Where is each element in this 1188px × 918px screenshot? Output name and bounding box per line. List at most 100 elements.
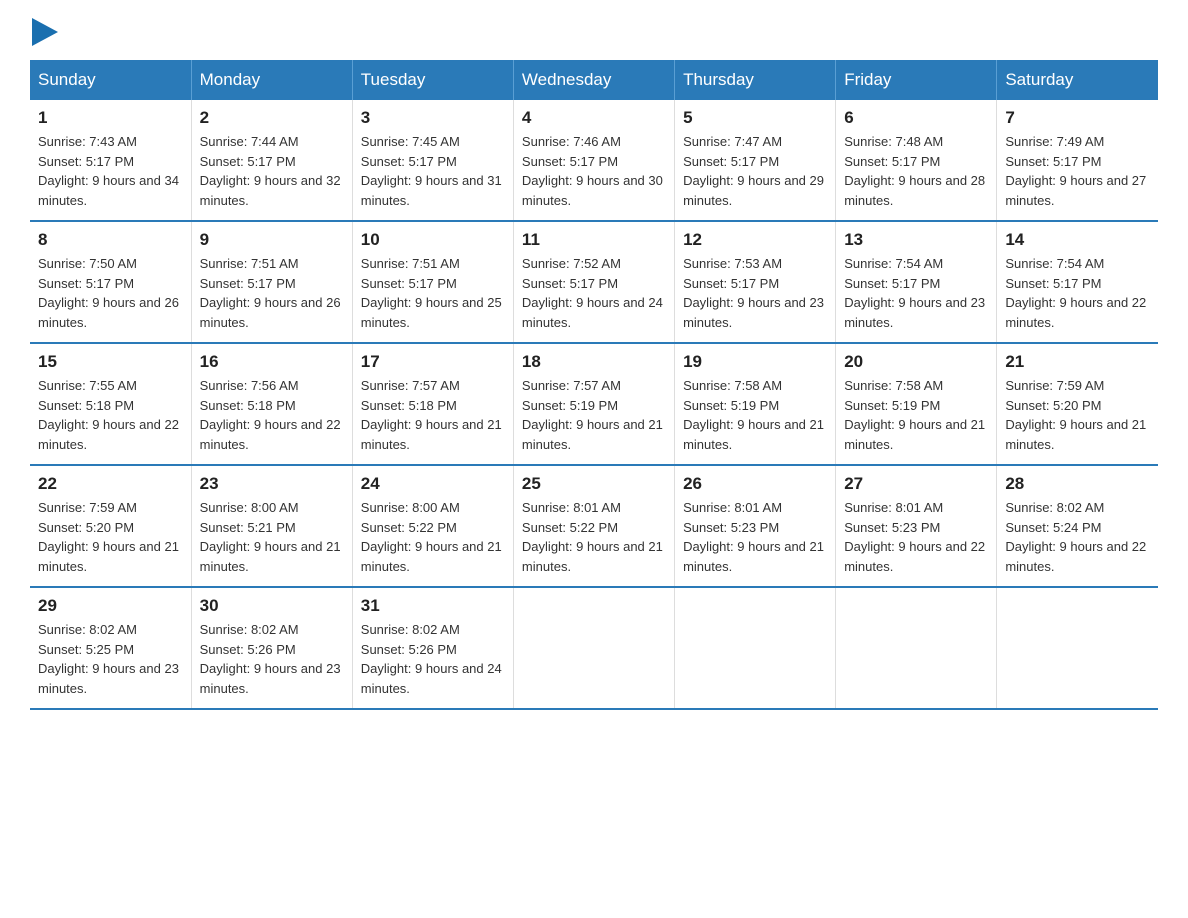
day-cell: 17 Sunrise: 7:57 AM Sunset: 5:18 PM Dayl… bbox=[352, 343, 513, 465]
week-row-2: 8 Sunrise: 7:50 AM Sunset: 5:17 PM Dayli… bbox=[30, 221, 1158, 343]
day-info: Sunrise: 8:02 AM Sunset: 5:26 PM Dayligh… bbox=[361, 620, 505, 698]
week-row-5: 29 Sunrise: 8:02 AM Sunset: 5:25 PM Dayl… bbox=[30, 587, 1158, 709]
day-cell: 19 Sunrise: 7:58 AM Sunset: 5:19 PM Dayl… bbox=[675, 343, 836, 465]
day-info: Sunrise: 8:01 AM Sunset: 5:23 PM Dayligh… bbox=[683, 498, 827, 576]
day-info: Sunrise: 8:00 AM Sunset: 5:21 PM Dayligh… bbox=[200, 498, 344, 576]
column-header-wednesday: Wednesday bbox=[513, 60, 674, 100]
day-number: 17 bbox=[361, 352, 505, 372]
day-info: Sunrise: 7:50 AM Sunset: 5:17 PM Dayligh… bbox=[38, 254, 183, 332]
day-info: Sunrise: 8:02 AM Sunset: 5:26 PM Dayligh… bbox=[200, 620, 344, 698]
day-number: 9 bbox=[200, 230, 344, 250]
logo-arrow-icon bbox=[32, 18, 58, 46]
day-info: Sunrise: 7:43 AM Sunset: 5:17 PM Dayligh… bbox=[38, 132, 183, 210]
day-number: 26 bbox=[683, 474, 827, 494]
day-cell: 24 Sunrise: 8:00 AM Sunset: 5:22 PM Dayl… bbox=[352, 465, 513, 587]
day-info: Sunrise: 7:58 AM Sunset: 5:19 PM Dayligh… bbox=[844, 376, 988, 454]
day-cell: 5 Sunrise: 7:47 AM Sunset: 5:17 PM Dayli… bbox=[675, 100, 836, 221]
day-cell: 2 Sunrise: 7:44 AM Sunset: 5:17 PM Dayli… bbox=[191, 100, 352, 221]
day-info: Sunrise: 7:52 AM Sunset: 5:17 PM Dayligh… bbox=[522, 254, 666, 332]
day-info: Sunrise: 7:46 AM Sunset: 5:17 PM Dayligh… bbox=[522, 132, 666, 210]
day-info: Sunrise: 7:55 AM Sunset: 5:18 PM Dayligh… bbox=[38, 376, 183, 454]
day-info: Sunrise: 8:02 AM Sunset: 5:25 PM Dayligh… bbox=[38, 620, 183, 698]
day-cell: 4 Sunrise: 7:46 AM Sunset: 5:17 PM Dayli… bbox=[513, 100, 674, 221]
day-number: 3 bbox=[361, 108, 505, 128]
day-number: 22 bbox=[38, 474, 183, 494]
day-info: Sunrise: 7:48 AM Sunset: 5:17 PM Dayligh… bbox=[844, 132, 988, 210]
day-cell: 26 Sunrise: 8:01 AM Sunset: 5:23 PM Dayl… bbox=[675, 465, 836, 587]
day-info: Sunrise: 7:57 AM Sunset: 5:18 PM Dayligh… bbox=[361, 376, 505, 454]
day-number: 1 bbox=[38, 108, 183, 128]
day-number: 16 bbox=[200, 352, 344, 372]
day-cell: 23 Sunrise: 8:00 AM Sunset: 5:21 PM Dayl… bbox=[191, 465, 352, 587]
day-cell: 20 Sunrise: 7:58 AM Sunset: 5:19 PM Dayl… bbox=[836, 343, 997, 465]
day-number: 8 bbox=[38, 230, 183, 250]
column-header-saturday: Saturday bbox=[997, 60, 1158, 100]
day-info: Sunrise: 7:56 AM Sunset: 5:18 PM Dayligh… bbox=[200, 376, 344, 454]
day-info: Sunrise: 7:44 AM Sunset: 5:17 PM Dayligh… bbox=[200, 132, 344, 210]
day-info: Sunrise: 7:58 AM Sunset: 5:19 PM Dayligh… bbox=[683, 376, 827, 454]
day-number: 31 bbox=[361, 596, 505, 616]
day-cell: 8 Sunrise: 7:50 AM Sunset: 5:17 PM Dayli… bbox=[30, 221, 191, 343]
day-number: 20 bbox=[844, 352, 988, 372]
day-cell: 31 Sunrise: 8:02 AM Sunset: 5:26 PM Dayl… bbox=[352, 587, 513, 709]
day-number: 19 bbox=[683, 352, 827, 372]
day-info: Sunrise: 7:45 AM Sunset: 5:17 PM Dayligh… bbox=[361, 132, 505, 210]
day-number: 12 bbox=[683, 230, 827, 250]
day-info: Sunrise: 8:01 AM Sunset: 5:22 PM Dayligh… bbox=[522, 498, 666, 576]
day-info: Sunrise: 8:02 AM Sunset: 5:24 PM Dayligh… bbox=[1005, 498, 1150, 576]
day-cell: 25 Sunrise: 8:01 AM Sunset: 5:22 PM Dayl… bbox=[513, 465, 674, 587]
day-number: 6 bbox=[844, 108, 988, 128]
day-number: 23 bbox=[200, 474, 344, 494]
column-header-tuesday: Tuesday bbox=[352, 60, 513, 100]
day-info: Sunrise: 7:49 AM Sunset: 5:17 PM Dayligh… bbox=[1005, 132, 1150, 210]
day-cell: 11 Sunrise: 7:52 AM Sunset: 5:17 PM Dayl… bbox=[513, 221, 674, 343]
day-cell bbox=[997, 587, 1158, 709]
day-cell bbox=[675, 587, 836, 709]
day-number: 30 bbox=[200, 596, 344, 616]
week-row-1: 1 Sunrise: 7:43 AM Sunset: 5:17 PM Dayli… bbox=[30, 100, 1158, 221]
calendar-table: SundayMondayTuesdayWednesdayThursdayFrid… bbox=[30, 60, 1158, 710]
day-cell: 29 Sunrise: 8:02 AM Sunset: 5:25 PM Dayl… bbox=[30, 587, 191, 709]
day-cell: 1 Sunrise: 7:43 AM Sunset: 5:17 PM Dayli… bbox=[30, 100, 191, 221]
logo bbox=[30, 20, 58, 40]
day-info: Sunrise: 8:00 AM Sunset: 5:22 PM Dayligh… bbox=[361, 498, 505, 576]
day-number: 11 bbox=[522, 230, 666, 250]
day-info: Sunrise: 7:59 AM Sunset: 5:20 PM Dayligh… bbox=[38, 498, 183, 576]
day-number: 27 bbox=[844, 474, 988, 494]
day-cell bbox=[836, 587, 997, 709]
header-row: SundayMondayTuesdayWednesdayThursdayFrid… bbox=[30, 60, 1158, 100]
day-number: 24 bbox=[361, 474, 505, 494]
day-cell: 21 Sunrise: 7:59 AM Sunset: 5:20 PM Dayl… bbox=[997, 343, 1158, 465]
day-info: Sunrise: 7:54 AM Sunset: 5:17 PM Dayligh… bbox=[1005, 254, 1150, 332]
day-number: 15 bbox=[38, 352, 183, 372]
day-number: 29 bbox=[38, 596, 183, 616]
day-number: 21 bbox=[1005, 352, 1150, 372]
day-number: 2 bbox=[200, 108, 344, 128]
day-cell: 3 Sunrise: 7:45 AM Sunset: 5:17 PM Dayli… bbox=[352, 100, 513, 221]
week-row-4: 22 Sunrise: 7:59 AM Sunset: 5:20 PM Dayl… bbox=[30, 465, 1158, 587]
day-cell: 27 Sunrise: 8:01 AM Sunset: 5:23 PM Dayl… bbox=[836, 465, 997, 587]
column-header-friday: Friday bbox=[836, 60, 997, 100]
day-cell: 16 Sunrise: 7:56 AM Sunset: 5:18 PM Dayl… bbox=[191, 343, 352, 465]
day-cell: 9 Sunrise: 7:51 AM Sunset: 5:17 PM Dayli… bbox=[191, 221, 352, 343]
day-number: 10 bbox=[361, 230, 505, 250]
day-cell bbox=[513, 587, 674, 709]
day-cell: 12 Sunrise: 7:53 AM Sunset: 5:17 PM Dayl… bbox=[675, 221, 836, 343]
week-row-3: 15 Sunrise: 7:55 AM Sunset: 5:18 PM Dayl… bbox=[30, 343, 1158, 465]
day-cell: 15 Sunrise: 7:55 AM Sunset: 5:18 PM Dayl… bbox=[30, 343, 191, 465]
day-cell: 30 Sunrise: 8:02 AM Sunset: 5:26 PM Dayl… bbox=[191, 587, 352, 709]
day-number: 25 bbox=[522, 474, 666, 494]
column-header-sunday: Sunday bbox=[30, 60, 191, 100]
day-cell: 22 Sunrise: 7:59 AM Sunset: 5:20 PM Dayl… bbox=[30, 465, 191, 587]
day-number: 7 bbox=[1005, 108, 1150, 128]
column-header-monday: Monday bbox=[191, 60, 352, 100]
day-cell: 28 Sunrise: 8:02 AM Sunset: 5:24 PM Dayl… bbox=[997, 465, 1158, 587]
day-info: Sunrise: 7:51 AM Sunset: 5:17 PM Dayligh… bbox=[200, 254, 344, 332]
day-cell: 13 Sunrise: 7:54 AM Sunset: 5:17 PM Dayl… bbox=[836, 221, 997, 343]
day-info: Sunrise: 7:53 AM Sunset: 5:17 PM Dayligh… bbox=[683, 254, 827, 332]
day-cell: 7 Sunrise: 7:49 AM Sunset: 5:17 PM Dayli… bbox=[997, 100, 1158, 221]
day-number: 5 bbox=[683, 108, 827, 128]
day-cell: 14 Sunrise: 7:54 AM Sunset: 5:17 PM Dayl… bbox=[997, 221, 1158, 343]
day-number: 28 bbox=[1005, 474, 1150, 494]
day-info: Sunrise: 7:51 AM Sunset: 5:17 PM Dayligh… bbox=[361, 254, 505, 332]
